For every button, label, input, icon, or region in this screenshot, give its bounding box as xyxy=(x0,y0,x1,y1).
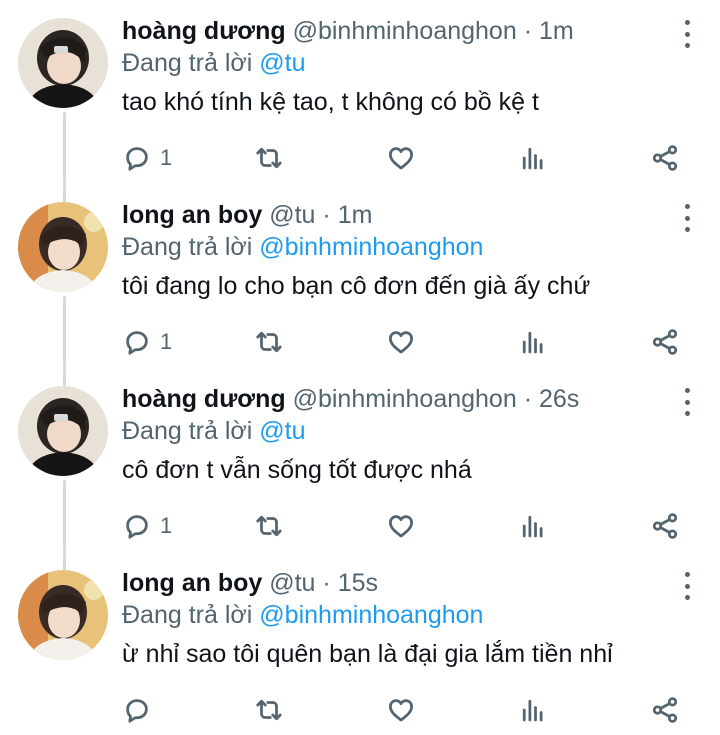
tweet-actions xyxy=(122,690,682,730)
reply-icon xyxy=(126,331,148,355)
share-icon xyxy=(652,329,678,355)
mention-link[interactable]: @tu xyxy=(259,49,305,77)
display-name[interactable]: hoàng dương xyxy=(122,17,286,45)
tweet[interactable]: long an boy @tu · 15s Đang trả lời @binh… xyxy=(0,552,720,735)
share-button[interactable] xyxy=(650,322,680,362)
share-icon xyxy=(652,145,678,171)
separator: · xyxy=(523,17,533,45)
user-handle[interactable]: @tu xyxy=(269,569,315,597)
share-icon xyxy=(652,513,678,539)
views-button[interactable] xyxy=(518,138,548,178)
separator: · xyxy=(322,569,331,597)
separator: · xyxy=(523,385,533,413)
reply-prefix: Đang trả lời xyxy=(122,49,253,77)
display-name[interactable]: long an boy xyxy=(122,569,262,597)
more-icon[interactable] xyxy=(680,20,694,48)
user-handle[interactable]: @tu xyxy=(269,201,315,229)
reply-icon xyxy=(126,699,148,723)
separator: · xyxy=(322,201,331,229)
views-icon xyxy=(522,331,543,354)
reply-count: 1 xyxy=(160,329,173,354)
share-button[interactable] xyxy=(650,138,680,178)
share-icon xyxy=(652,697,678,723)
user-handle[interactable]: @binhminhoanghon xyxy=(293,17,517,45)
heart-icon xyxy=(389,515,413,538)
reply-button[interactable]: 1 xyxy=(122,138,172,178)
like-button[interactable] xyxy=(386,322,416,362)
avatar[interactable] xyxy=(18,386,108,476)
share-button[interactable] xyxy=(650,690,680,730)
avatar[interactable] xyxy=(18,202,108,292)
reply-prefix: Đang trả lời xyxy=(122,233,253,261)
reply-button[interactable]: 1 xyxy=(122,322,172,362)
more-icon[interactable] xyxy=(680,388,694,416)
views-icon xyxy=(522,699,543,722)
avatar[interactable] xyxy=(18,570,108,660)
heart-icon xyxy=(389,147,413,170)
tweet[interactable]: hoàng dương @binhminhoanghon · 26s Đang … xyxy=(0,368,720,552)
user-handle[interactable]: @binhminhoanghon xyxy=(293,385,517,413)
thread-line xyxy=(63,112,66,184)
mention-link[interactable]: @tu xyxy=(259,417,305,445)
timestamp[interactable]: 15s xyxy=(338,569,378,597)
timestamp[interactable]: 1m xyxy=(539,17,574,45)
heart-icon xyxy=(389,331,413,354)
retweet-icon xyxy=(256,515,282,537)
display-name[interactable]: long an boy xyxy=(122,201,262,229)
replying-to: Đang trả lời @tu xyxy=(122,46,690,80)
retweet-button[interactable] xyxy=(254,690,284,730)
replying-to: Đang trả lời @binhminhoanghon xyxy=(122,598,690,632)
like-button[interactable] xyxy=(386,506,416,546)
mention-link[interactable]: @binhminhoanghon xyxy=(259,601,483,629)
tweet-text: tôi đang lo cho bạn cô đơn đến già ấy ch… xyxy=(122,272,591,300)
reply-count: 1 xyxy=(160,513,173,538)
replying-to: Đang trả lời @tu xyxy=(122,414,690,448)
display-name[interactable]: hoàng dương xyxy=(122,385,286,413)
tweet-actions: 1 xyxy=(122,322,682,362)
views-icon xyxy=(522,515,543,538)
heart-icon xyxy=(389,699,413,722)
thread-line xyxy=(63,296,66,368)
tweet-text: tao khó tính kệ tao, t không có bồ kệ t xyxy=(122,88,539,116)
like-button[interactable] xyxy=(386,138,416,178)
avatar[interactable] xyxy=(18,18,108,108)
retweet-button[interactable] xyxy=(254,506,284,546)
thread-line xyxy=(63,368,66,386)
reply-count: 1 xyxy=(160,145,173,170)
retweet-button[interactable] xyxy=(254,138,284,178)
timestamp[interactable]: 26s xyxy=(539,385,579,413)
more-icon[interactable] xyxy=(680,572,694,600)
tweet[interactable]: hoàng dương @binhminhoanghon · 1m Đang t… xyxy=(0,0,720,184)
thread-line xyxy=(63,184,66,202)
timestamp[interactable]: 1m xyxy=(338,201,373,229)
reply-prefix: Đang trả lời xyxy=(122,601,253,629)
share-button[interactable] xyxy=(650,506,680,546)
reply-icon xyxy=(126,147,148,171)
views-icon xyxy=(522,147,543,170)
thread-line xyxy=(63,480,66,552)
more-icon[interactable] xyxy=(680,204,694,232)
reply-button[interactable] xyxy=(122,690,160,730)
retweet-button[interactable] xyxy=(254,322,284,362)
retweet-icon xyxy=(256,147,282,169)
mention-link[interactable]: @binhminhoanghon xyxy=(259,233,483,261)
like-button[interactable] xyxy=(386,690,416,730)
replying-to: Đang trả lời @binhminhoanghon xyxy=(122,230,690,264)
tweet-actions: 1 xyxy=(122,506,682,546)
thread-line xyxy=(63,552,66,570)
reply-button[interactable]: 1 xyxy=(122,506,172,546)
tweet-text: ừ nhỉ sao tôi quên bạn là đại gia lắm ti… xyxy=(122,640,613,668)
reply-prefix: Đang trả lời xyxy=(122,417,253,445)
retweet-icon xyxy=(256,699,282,721)
reply-icon xyxy=(126,515,148,539)
views-button[interactable] xyxy=(518,322,548,362)
retweet-icon xyxy=(256,331,282,353)
tweet-actions: 1 xyxy=(122,138,682,178)
tweet-text: cô đơn t vẫn sống tốt được nhá xyxy=(122,456,472,484)
tweet[interactable]: long an boy @tu · 1m Đang trả lời @binhm… xyxy=(0,184,720,368)
views-button[interactable] xyxy=(518,690,548,730)
views-button[interactable] xyxy=(518,506,548,546)
